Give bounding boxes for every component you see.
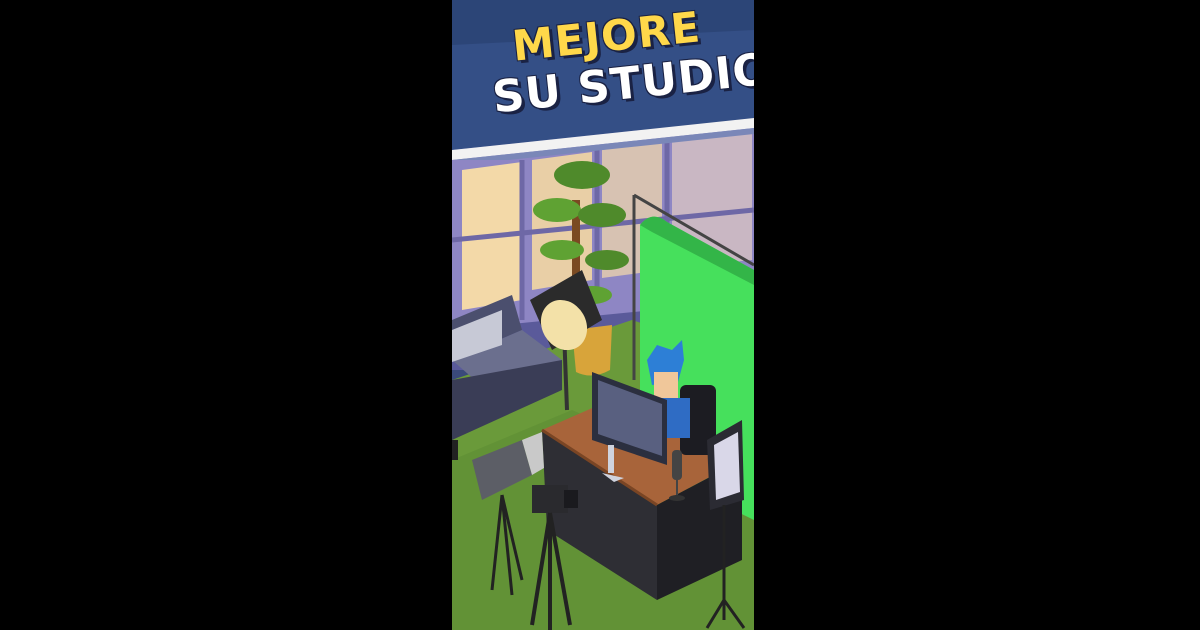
game-screenshot: MEJORE SU STUDIO — [452, 0, 754, 630]
promo-banner: MEJORE SU STUDIO — [452, 0, 754, 160]
